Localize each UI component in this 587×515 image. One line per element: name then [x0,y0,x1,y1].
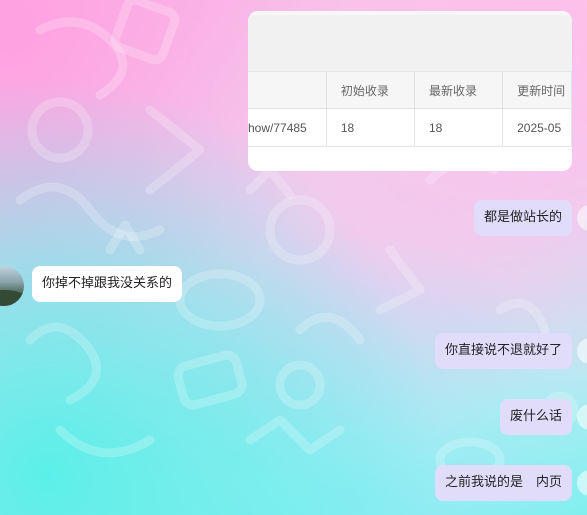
table-row: how/77485 18 18 2025-05 [248,108,572,147]
table-cell-latest-indexed: 18 [414,108,504,147]
table-header-update-time: 更新时间 [502,72,572,109]
message-bubble-incoming[interactable]: 你掉不掉跟我没关系的 [32,266,183,302]
table-cell-url: how/77485 [248,108,327,147]
message-bubble-outgoing[interactable]: 废什么话 [499,399,572,435]
shared-screenshot-card[interactable]: 初始收录 最新收录 更新时间 how/77485 18 18 2025-05 [248,11,572,171]
table-cell-initial-indexed: 18 [326,108,415,147]
table-cell-update-time: 2025-05 [502,108,572,147]
table-header-latest-indexed: 最新收录 [414,72,504,109]
screenshot-toolbar-area [248,11,572,72]
table-header-initial-indexed: 初始收录 [326,72,415,109]
message-bubble-outgoing[interactable]: 都是做站长的 [473,200,572,236]
table-header-row: 初始收录 最新收录 更新时间 [248,72,572,109]
index-stats-table: 初始收录 最新收录 更新时间 how/77485 18 18 2025-05 [248,72,572,147]
message-bubble-outgoing[interactable]: 你直接说不退就好了 [434,333,572,369]
message-bubble-outgoing[interactable]: 之前我说的是 内页 [434,465,572,501]
table-header-url [248,72,327,109]
